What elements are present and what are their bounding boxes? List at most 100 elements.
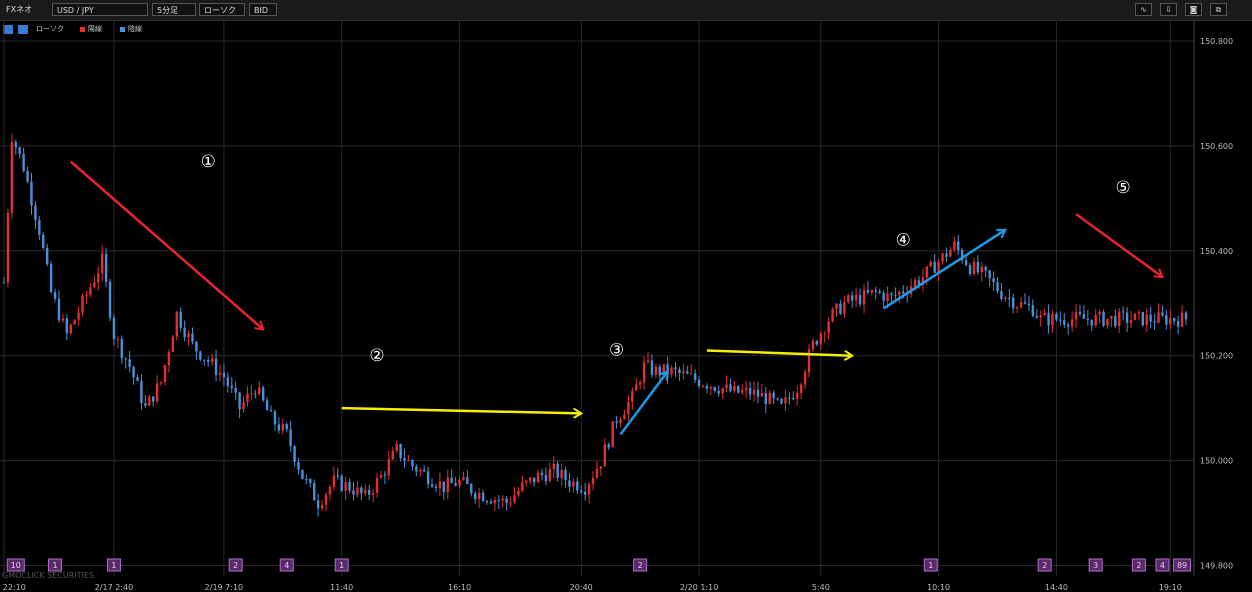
candle-body [556, 463, 559, 478]
candle-body [968, 265, 972, 274]
candle-body [1098, 311, 1101, 315]
candle-body [1106, 318, 1109, 326]
candle-body [336, 475, 339, 477]
candle-body [1051, 313, 1054, 326]
candle-body [831, 309, 834, 322]
candle-body [226, 377, 230, 386]
candle-body [1169, 318, 1172, 325]
candle-body [53, 292, 57, 299]
x-tick-label: 14:40 [1045, 583, 1068, 592]
candle-body [862, 289, 866, 305]
candle-body [839, 303, 842, 314]
candle-body [992, 278, 995, 283]
y-tick-label: 150.400 [1200, 247, 1233, 256]
annotation-label: ① [201, 152, 216, 172]
candle-body [1118, 311, 1121, 327]
annotation-label: ③ [609, 341, 624, 361]
candle-body [615, 421, 618, 423]
candle-body [1059, 319, 1062, 321]
candle-body [693, 373, 697, 380]
candle-body [18, 147, 21, 154]
candle-body [654, 366, 658, 375]
candle-body [112, 317, 116, 340]
candle-body [701, 385, 705, 387]
candle-body [6, 212, 10, 283]
candle-body [497, 500, 500, 502]
candle-body [521, 482, 524, 491]
candle-body [269, 410, 273, 412]
candle-body [132, 366, 135, 378]
candle-body [678, 369, 681, 374]
candle-body [167, 352, 171, 366]
candle-body [1086, 318, 1090, 320]
candle-body [309, 479, 312, 484]
candle-body [705, 385, 709, 389]
candle-body [1055, 313, 1058, 320]
candle-body [489, 501, 493, 504]
candle-body [941, 253, 944, 262]
candle-body [230, 385, 233, 388]
event-marker-label: 3 [1093, 561, 1098, 570]
y-tick-label: 150.000 [1200, 457, 1233, 466]
y-tick-label: 149.800 [1200, 562, 1233, 571]
candle-body [265, 400, 269, 411]
candle-body [913, 280, 917, 287]
candle-body [411, 460, 414, 467]
candle-body [116, 338, 120, 340]
candle-body [619, 419, 622, 423]
candle-body [210, 358, 214, 362]
down-arrow-6 [1075, 213, 1162, 277]
candle-body [199, 351, 202, 360]
candle-body [843, 302, 846, 314]
candle-body [957, 241, 960, 251]
candle-body [796, 392, 799, 399]
candle-body [104, 253, 108, 282]
candlestick-chart[interactable]: 150.800 150.600 150.400 150.200 150.000 149.8… [0, 0, 1252, 592]
candle-body [509, 502, 512, 504]
candle-body [764, 393, 768, 405]
event-marker-label: 1 [111, 561, 116, 570]
candle-body [140, 380, 143, 404]
candle-body [14, 142, 17, 148]
annotation-label: ② [369, 346, 384, 366]
candle-body [650, 360, 654, 375]
candle-body [933, 261, 936, 273]
candle-body [344, 481, 347, 491]
candle-body [1047, 313, 1050, 326]
x-tick-label: 19:10 [1159, 583, 1182, 592]
candle-body [73, 319, 76, 325]
candle-body [289, 429, 292, 447]
candle-body [97, 273, 100, 283]
candle-body [572, 481, 575, 487]
candle-body [136, 377, 139, 381]
candle-body [1125, 312, 1129, 323]
candle-body [815, 341, 819, 345]
candle-body [1008, 297, 1011, 299]
candle-body [10, 142, 14, 213]
candle-body [171, 336, 175, 353]
candle-body [536, 472, 540, 483]
candle-body [65, 318, 69, 334]
candle-body [953, 241, 956, 250]
event-marker-label: 2 [233, 561, 238, 570]
candle-body [898, 291, 901, 296]
candle-body [1141, 312, 1145, 326]
candle-body [250, 393, 253, 395]
event-marker-label: 1 [53, 561, 58, 570]
candle-body [517, 490, 520, 496]
candle-body [1145, 314, 1148, 326]
x-tick-label: 2/20 1:10 [680, 583, 718, 592]
candle-body [1023, 302, 1027, 304]
candle-body [870, 290, 874, 293]
candle-body [1129, 320, 1133, 323]
candle-body [780, 398, 783, 404]
candle-body [1094, 314, 1097, 326]
candle-body [772, 392, 775, 399]
sideways-arrow-2 [341, 406, 582, 413]
candle-body [819, 333, 822, 345]
candle-body [1004, 297, 1007, 300]
candle-body [752, 389, 756, 395]
candle-body [583, 491, 587, 495]
candle-body [529, 477, 532, 481]
candle-body [756, 389, 760, 397]
